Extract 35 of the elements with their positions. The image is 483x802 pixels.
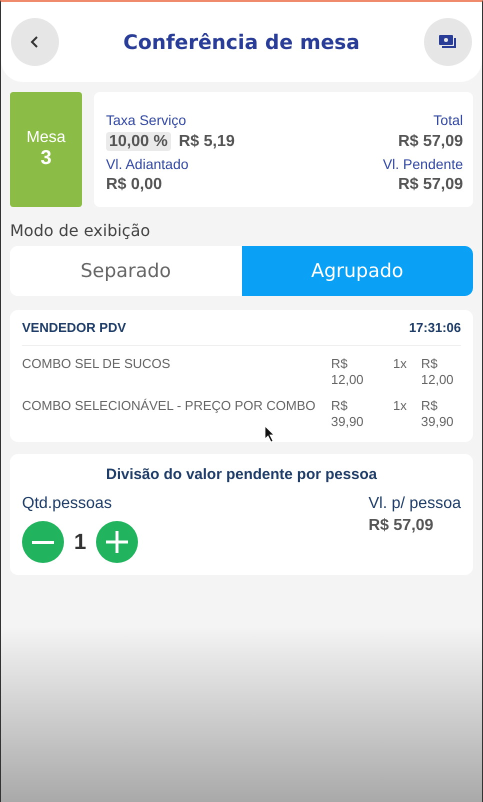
per-person-label: Vl. p/ pessoa bbox=[368, 495, 461, 513]
item-price: R$ 39,90 bbox=[331, 398, 365, 430]
table-label: Mesa bbox=[26, 129, 66, 147]
total-value: R$ 57,09 bbox=[397, 132, 463, 152]
item-total: R$ 12,00 bbox=[421, 356, 455, 388]
minus-icon bbox=[32, 540, 54, 544]
item-quantity: 1x bbox=[393, 356, 408, 373]
display-mode-label: Modo de exibição bbox=[9, 220, 152, 242]
order-time: 17:31:06 bbox=[408, 320, 461, 335]
advance-label: Vl. Adiantado bbox=[106, 156, 190, 174]
pending-label: Vl. Pendente bbox=[382, 156, 463, 174]
item-name: COMBO SELECIONÁVEL - PREÇO POR COMBO bbox=[22, 398, 317, 415]
item-total: R$ 39,90 bbox=[421, 398, 455, 430]
table-number: 3 bbox=[40, 147, 52, 170]
back-icon bbox=[30, 35, 40, 49]
item-price: R$ 12,00 bbox=[331, 356, 365, 388]
plus-icon bbox=[106, 531, 128, 553]
total-label: Total bbox=[432, 112, 463, 130]
increase-button[interactable] bbox=[96, 521, 138, 563]
people-count: 1 bbox=[74, 529, 86, 555]
item-name: COMBO SEL DE SUCOS bbox=[22, 356, 172, 373]
service-value: R$ 5,19 bbox=[178, 132, 235, 150]
pending-value: R$ 57,09 bbox=[397, 176, 463, 196]
per-person-value: R$ 57,09 bbox=[368, 517, 434, 535]
service-rate: 10,00 % bbox=[106, 132, 171, 151]
banknote-icon bbox=[439, 35, 457, 49]
people-label: Qtd.pessoas bbox=[22, 495, 113, 513]
decrease-button[interactable] bbox=[22, 521, 64, 563]
seller-name: VENDEDOR PDV bbox=[22, 320, 126, 335]
advance-value: R$ 0,00 bbox=[106, 176, 164, 196]
item-quantity: 1x bbox=[393, 398, 408, 415]
cash-button[interactable] bbox=[424, 18, 472, 66]
split-title: Divisão do valor pendente por pessoa bbox=[105, 466, 378, 483]
page-title: Conferência de mesa bbox=[123, 30, 360, 54]
service-label: Taxa Serviço bbox=[106, 112, 188, 130]
